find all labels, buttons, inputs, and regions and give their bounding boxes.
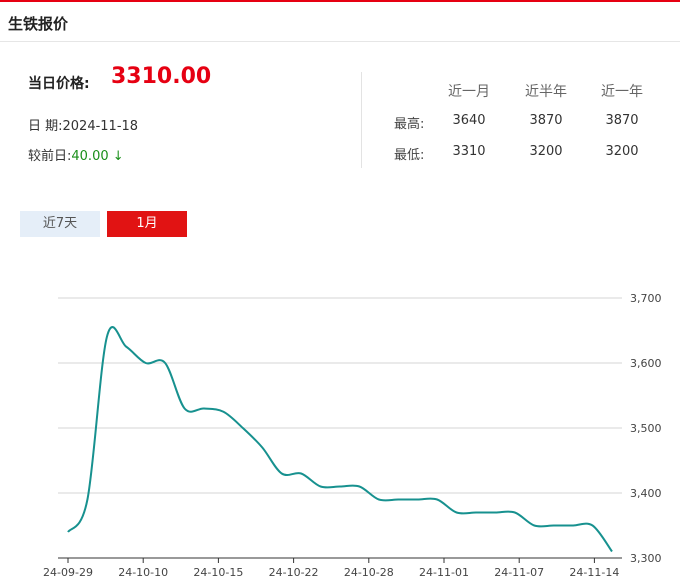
stats-header-year: 近一年 — [601, 84, 643, 100]
x-tick-label: 24-10-22 — [269, 566, 319, 579]
series-line — [67, 326, 613, 553]
stats-row-low-label: 最低: — [394, 148, 425, 163]
y-tick-label: 3,500 — [630, 422, 662, 435]
y-tick-label: 3,600 — [630, 357, 662, 370]
date-value: 2024-11-18 — [62, 119, 139, 134]
x-tick-label: 24-11-07 — [494, 566, 544, 579]
x-tick-label: 24-11-14 — [569, 566, 619, 579]
tab-7-days[interactable]: 近7天 — [20, 211, 100, 237]
stats-high-month: 3640 — [452, 113, 486, 128]
y-tick-label: 3,700 — [630, 292, 662, 305]
x-tick-label: 24-10-15 — [193, 566, 243, 579]
panel-title: 生铁报价 — [8, 15, 69, 33]
price-line-chart: 3,700 3,600 3,500 3,400 3,300 24-09-29 24-10-1… — [43, 292, 662, 579]
date-row: 日 期:2024-11-18 — [28, 115, 138, 134]
y-tick-label: 3,300 — [630, 552, 662, 565]
stats-low-year: 3200 — [605, 144, 639, 159]
vertical-divider — [361, 72, 362, 168]
x-tick-label: 24-10-10 — [118, 566, 168, 579]
tab-1-month[interactable]: 1月 — [107, 211, 187, 237]
stats-header-halfyear: 近半年 — [525, 84, 567, 100]
stats-low-halfyear: 3200 — [529, 144, 563, 159]
price-label: 当日价格: — [28, 76, 90, 92]
stats-low-month: 3310 — [452, 144, 486, 159]
price-value: 3310.00 — [111, 64, 212, 89]
panel-header: 生铁报价 — [0, 2, 680, 42]
x-tick-label: 24-09-29 — [43, 566, 93, 579]
change-row: 较前日:40.00 ↓ — [28, 145, 124, 164]
y-tick-label: 3,400 — [630, 487, 662, 500]
x-tick-label: 24-10-28 — [344, 566, 394, 579]
change-label: 较前日: — [28, 149, 72, 164]
stats-row-high-label: 最高: — [394, 117, 425, 132]
date-label: 日 期: — [28, 119, 63, 134]
stats-header-month: 近一月 — [448, 84, 490, 100]
x-tick-label: 24-11-01 — [419, 566, 469, 579]
stats-high-halfyear: 3870 — [529, 113, 563, 128]
stats-high-year: 3870 — [605, 113, 639, 128]
change-value: 40.00 ↓ — [71, 149, 124, 164]
